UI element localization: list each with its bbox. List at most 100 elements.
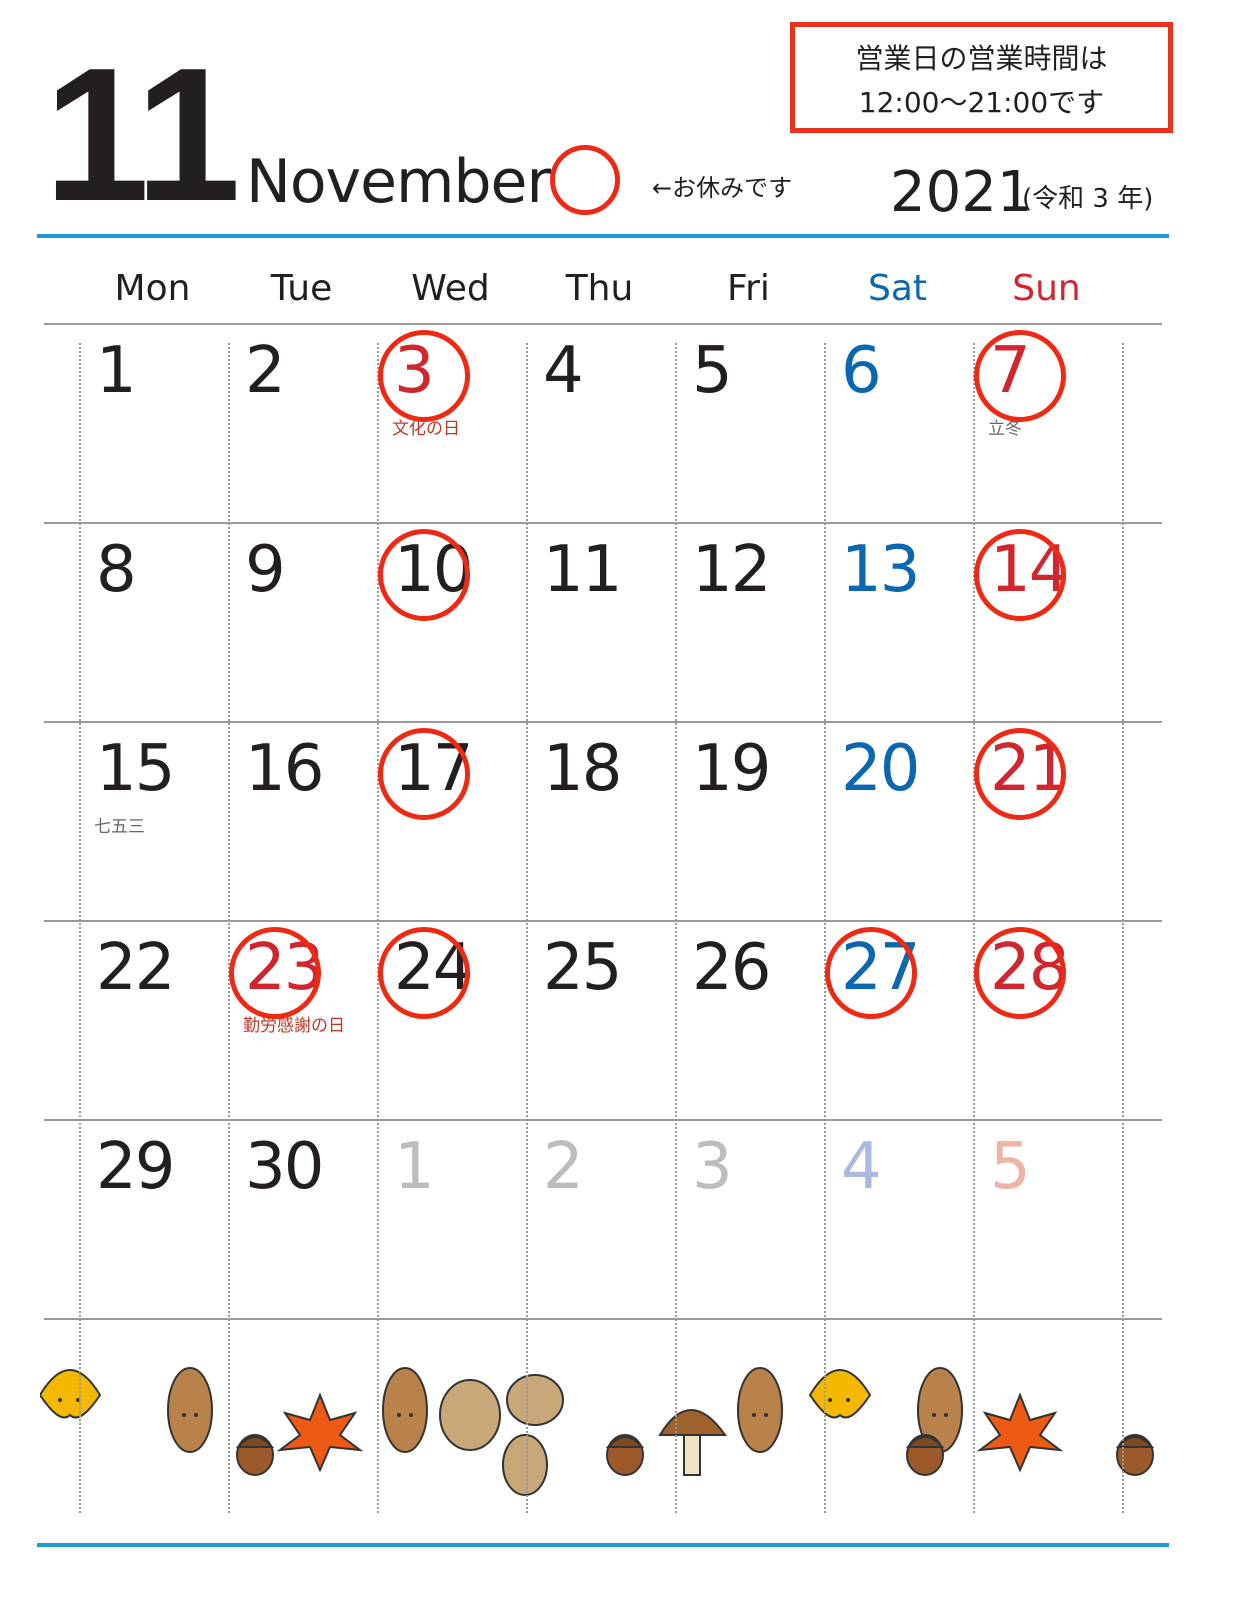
day-number: 12 [692,533,771,607]
day-cell: 2 [235,330,384,529]
closed-day-circle-icon [825,927,917,1019]
day-cell: 11 [533,529,682,728]
closed-day-circle-icon [974,529,1066,621]
month-name: November [246,147,551,217]
closed-day-legend-text: ←お休みです [652,174,793,202]
day-number: 30 [245,1130,324,1204]
acorn-icon: ()=>`` [235,1434,275,1476]
day-cell: 6 [831,330,980,529]
day-cell: 15 七五三 [86,728,235,927]
autumn-decoration: (g)=>``()=>``()=>``()=>``()=>``()=>``()=… [40,1367,1155,1496]
day-note: 七五三 [94,817,145,837]
day-number: 6 [841,334,882,408]
day-number: 5 [692,334,733,408]
day-number: 1 [96,334,137,408]
day-number: 29 [96,1130,175,1204]
calendar-page: 11 November ←お休みです 営業日の営業時間は 12:00〜21:00… [0,0,1241,1618]
day-number: 4 [543,334,584,408]
day-number: 4 [841,1130,882,1204]
day-number: 22 [96,931,175,1005]
day-number: 9 [245,533,286,607]
day-cell: 27 [825,927,980,1126]
day-number: 18 [543,732,622,806]
day-cell: 24 [378,927,533,1126]
acorn-icon: ()=>`` [605,1434,645,1476]
day-cell: 17 [378,728,533,927]
day-number: 25 [543,931,622,1005]
closed-day-circle-icon [974,330,1066,422]
day-cell: 3 文化の日 [378,330,533,529]
weekday-header-mon: Mon [114,268,191,309]
ginkgo-leaf-icon: (g)=>`` [40,1369,102,1419]
day-number: 3 [692,1130,733,1204]
closed-day-circle-icon [378,927,470,1019]
acorn-icon: ()=>`` [905,1434,945,1476]
year: 2021 [890,160,1033,225]
day-cell: 13 [831,529,980,728]
day-cell: 26 [682,927,831,1126]
day-number: 26 [692,931,771,1005]
day-cell: 8 [86,529,235,728]
day-number: 8 [96,533,137,607]
weekday-header-sat: Sat [867,268,928,309]
closed-day-circle-icon [229,927,321,1019]
day-number: 16 [245,732,324,806]
day-cell: 5 [980,1126,1129,1325]
day-cell: 16 [235,728,384,927]
maple-leaf-icon: ()=>`` [976,1392,1064,1473]
maple-leaf-icon: ()=>`` [276,1392,364,1473]
weekday-header-wed: Wed [411,268,490,309]
day-cell: 5 [682,330,831,529]
day-cell: 23 勤労感謝の日 [229,927,384,1126]
closed-day-circle-icon [378,529,470,621]
squirrel-icon: ()=>`` [439,1374,564,1496]
brown-leaf-icon: ()=>`` [167,1367,213,1453]
day-cell: 3 [682,1126,831,1325]
row-divider [44,323,1162,325]
day-number: 13 [841,533,920,607]
day-cell: 2 [533,1126,682,1325]
day-cell: 4 [533,330,682,529]
day-number: 11 [543,533,622,607]
day-number: 19 [692,732,771,806]
bottom-divider [37,1543,1169,1547]
day-cell: 9 [235,529,384,728]
day-cell: 1 [86,330,235,529]
closed-day-legend-circle-icon [550,145,620,215]
day-cell: 14 [974,529,1129,728]
day-number: 1 [394,1130,435,1204]
ginkgo-leaf-icon: (g)=>`` [808,1369,872,1419]
day-number: 2 [543,1130,584,1204]
month-number: 11 [44,29,241,241]
weekday-header-thu: Thu [565,268,634,309]
mushroom-icon: ()=>`` [658,1409,727,1476]
day-cell: 20 [831,728,980,927]
hours-line-2: 12:00〜21:00です [858,86,1105,119]
brown-leaf-icon: ()=>`` [382,1367,428,1453]
day-cell: 22 [86,927,235,1126]
day-cell: 28 [974,927,1129,1126]
day-cell: 4 [831,1126,980,1325]
day-cell: 19 [682,728,831,927]
day-cell: 21 [974,728,1129,927]
brown-leaf-icon: ()=>`` [737,1367,783,1453]
day-cell: 12 [682,529,831,728]
day-number: 5 [990,1130,1031,1204]
closed-day-circle-icon [378,728,470,820]
day-cell: 25 [533,927,682,1126]
day-cell: 1 [384,1126,533,1325]
day-number: 2 [245,334,286,408]
closed-day-circle-icon [974,728,1066,820]
closed-day-circle-icon [378,330,470,422]
weekday-header-sun: Sun [1012,268,1081,309]
top-divider [37,234,1169,238]
hours-line-1: 営業日の営業時間は [855,42,1108,75]
day-number: 15 [96,732,175,806]
business-hours-notice: 営業日の営業時間は 12:00〜21:00です [790,22,1173,133]
column-divider [79,343,81,1513]
day-cell: 10 [378,529,533,728]
japanese-era: (令和 3 年) [1022,184,1154,214]
closed-day-circle-icon [974,927,1066,1019]
weekday-header-tue: Tue [270,268,333,309]
day-cell: 7 立冬 [974,330,1129,529]
